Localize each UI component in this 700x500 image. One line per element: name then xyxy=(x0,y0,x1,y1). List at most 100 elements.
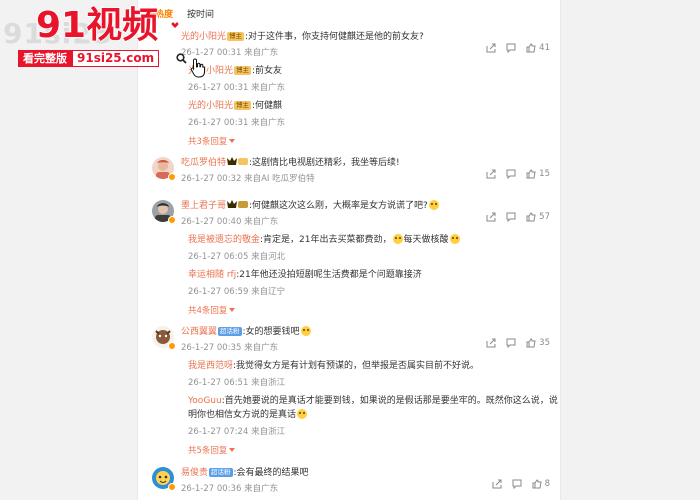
reply-text: :何健麒 xyxy=(252,101,283,111)
comment-icon xyxy=(512,479,522,489)
comment-text: :这剧情比电视剧还精彩，我坐等后续! xyxy=(249,158,400,168)
thumbs-up-icon xyxy=(526,43,536,53)
comment-username[interactable]: 墨上君子哥 xyxy=(181,201,226,211)
comment-actions: 15 xyxy=(486,169,550,179)
caret-down-icon xyxy=(229,308,236,312)
heart-icon xyxy=(171,22,179,28)
reply-text: :肯定是，21年出去买菜都费劲， xyxy=(260,235,392,245)
like-button[interactable]: 41 xyxy=(526,43,550,53)
share-button[interactable] xyxy=(492,479,502,489)
comment-actions: 35 xyxy=(486,338,550,348)
comment-icon xyxy=(506,43,516,53)
watermark-tagline: 看完整版 xyxy=(18,50,72,67)
comment-username[interactable]: 公西翼翼 xyxy=(181,327,217,337)
emoji-icon xyxy=(297,409,308,419)
reply-username[interactable]: 幸运相随 rfj xyxy=(188,270,236,280)
comment-text: :何健麒这次这么刚，大概率是女方说谎了吧? xyxy=(249,201,428,211)
comment-content: 吃瓜罗伯特 :这剧情比电视剧还精彩，我坐等后续! xyxy=(181,157,400,169)
share-button[interactable] xyxy=(486,212,496,222)
hand-cursor-icon xyxy=(190,58,205,78)
verified-badge-icon xyxy=(168,216,176,224)
more-replies-link[interactable]: 共5条回复 xyxy=(188,444,236,456)
watermark-title: 91视频 xyxy=(35,5,159,47)
reply-item: 光的小阳光 博主:何健麒 xyxy=(188,100,282,112)
reply-item: 幸运相随 rfj:21年他还没拍短剧呢生活费都是个问题靠接济 xyxy=(188,269,422,281)
reply-text-tail: 每天做核酸 xyxy=(403,235,449,245)
reply-text: :我觉得女方是有计划有预谋的，但举报是否属实目前不好说。 xyxy=(233,361,480,371)
fan-badge: 超话粉 xyxy=(209,468,233,477)
comment-meta: 26-1-27 00:36 来自广东 xyxy=(181,484,279,494)
comment-username[interactable]: 吃瓜罗伯特 xyxy=(181,158,226,168)
more-replies-link[interactable]: 共3条回复 xyxy=(188,135,236,147)
reply-meta: 26-1-27 00:31 来自广东 xyxy=(188,118,286,128)
reply-item: YooGuu:首先她要说的是真话才能要到钱，如果说的是假话那是要坐牢的。既然你这… xyxy=(188,395,558,407)
reply-text: :21年他还没拍短剧呢生活费都是个问题靠接济 xyxy=(236,270,422,280)
comment-meta: 26-1-27 00:32 来自AI 吃瓜罗伯特 xyxy=(181,174,315,184)
comment-actions: 57 xyxy=(486,212,550,222)
share-button[interactable] xyxy=(486,43,496,53)
comment-text: :女的想要钱吧 xyxy=(242,327,300,337)
reply-username[interactable]: YooGuu xyxy=(188,396,222,406)
comment-meta: 26-1-27 00:40 来自广东 xyxy=(181,217,279,227)
reply-username[interactable]: 光的小阳光 xyxy=(188,101,233,111)
reply-button[interactable] xyxy=(506,212,516,222)
crown-icon xyxy=(227,157,249,165)
reply-item: 我是被遗忘的敬金:肯定是，21年出去买菜都费劲， 每天做核酸 xyxy=(188,234,461,246)
more-replies-link[interactable]: 共4条回复 xyxy=(188,304,236,316)
watermark-banner: 看完整版 91si25.com xyxy=(18,50,160,67)
reply-text: :前女友 xyxy=(252,66,283,76)
comment-icon xyxy=(506,338,516,348)
like-button[interactable]: 57 xyxy=(526,212,550,222)
like-count: 35 xyxy=(539,338,550,348)
reply-meta: 26-1-27 06:51 来自浙江 xyxy=(188,378,286,388)
thumbs-up-icon xyxy=(526,338,536,348)
emoji-icon xyxy=(392,234,403,244)
fan-badge: 超话粉 xyxy=(218,327,242,336)
more-replies-label: 共3条回复 xyxy=(188,137,228,147)
reply-button[interactable] xyxy=(512,479,522,489)
comment-content: 易俊贵 超话粉:会有最终的结果吧 xyxy=(181,467,309,479)
reply-username[interactable]: 我是西范呀 xyxy=(188,361,233,371)
comment-text: :对于这件事，你支持何健麒还是他的前女友? xyxy=(245,32,424,42)
reply-meta: 26-1-27 06:05 来自河北 xyxy=(188,252,286,262)
comment-actions: 8 xyxy=(492,479,550,489)
share-icon xyxy=(486,338,496,348)
like-count: 15 xyxy=(539,169,550,179)
more-replies-label: 共5条回复 xyxy=(188,446,228,456)
like-count: 41 xyxy=(539,43,550,53)
reply-username[interactable]: 我是被遗忘的敬金 xyxy=(188,235,260,245)
caret-down-icon xyxy=(229,139,236,143)
share-icon xyxy=(486,212,496,222)
verified-badge-icon xyxy=(168,342,176,350)
comment-icon xyxy=(506,212,516,222)
share-button[interactable] xyxy=(486,169,496,179)
like-count: 8 xyxy=(544,479,550,489)
reply-text: :首先她要说的是真话才能要到钱，如果说的是假话那是要坐牢的。既然你这么说，说 xyxy=(221,396,558,406)
reply-item: 我是西范呀:我觉得女方是有计划有预谋的，但举报是否属实目前不好说。 xyxy=(188,360,479,372)
comment-icon xyxy=(506,169,516,179)
vip-badge: 博主 xyxy=(227,32,245,41)
reply-button[interactable] xyxy=(506,169,516,179)
comment-content: 墨上君子哥 :何健麒这次这么刚，大概率是女方说谎了吧? xyxy=(181,200,440,212)
reply-meta: 26-1-27 07:24 来自浙江 xyxy=(188,427,286,437)
comment-content: 公西翼翼 超话粉:女的想要钱吧 xyxy=(181,326,312,338)
thumbs-up-icon xyxy=(532,479,542,489)
crown-icon xyxy=(227,200,249,208)
site-watermark: 91si25 91视频 看完整版 91si25.com xyxy=(0,0,205,90)
like-button[interactable]: 15 xyxy=(526,169,550,179)
reply-meta: 26-1-27 06:59 来自辽宁 xyxy=(188,287,286,297)
emoji-icon xyxy=(428,200,439,210)
watermark-url: 91si25.com xyxy=(72,50,160,67)
like-button[interactable]: 35 xyxy=(526,338,550,348)
emoji-icon xyxy=(449,234,460,244)
like-button[interactable]: 8 xyxy=(532,479,550,489)
reply-button[interactable] xyxy=(506,338,516,348)
share-icon xyxy=(486,169,496,179)
share-button[interactable] xyxy=(486,338,496,348)
more-replies-label: 共4条回复 xyxy=(188,306,228,316)
reply-button[interactable] xyxy=(506,43,516,53)
thumbs-up-icon xyxy=(526,212,536,222)
comment-text: :会有最终的结果吧 xyxy=(233,468,309,478)
reply-item-continued: 明你也相信女方说的是真话 xyxy=(188,409,308,421)
comment-username[interactable]: 易俊贵 xyxy=(181,468,208,478)
